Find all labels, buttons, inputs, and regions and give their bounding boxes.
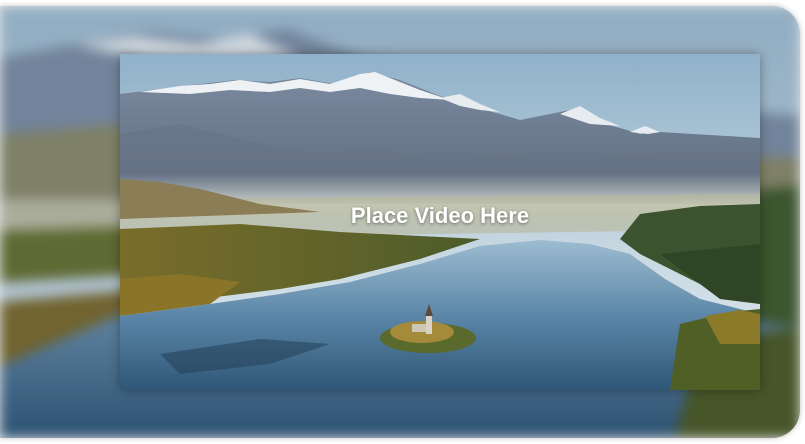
- video-placeholder-label: Place Video Here: [120, 54, 760, 390]
- video-card: Place Video Here: [0, 6, 800, 438]
- video-placeholder-text: Place Video Here: [350, 203, 530, 228]
- video-placeholder[interactable]: Place Video Here: [120, 54, 760, 390]
